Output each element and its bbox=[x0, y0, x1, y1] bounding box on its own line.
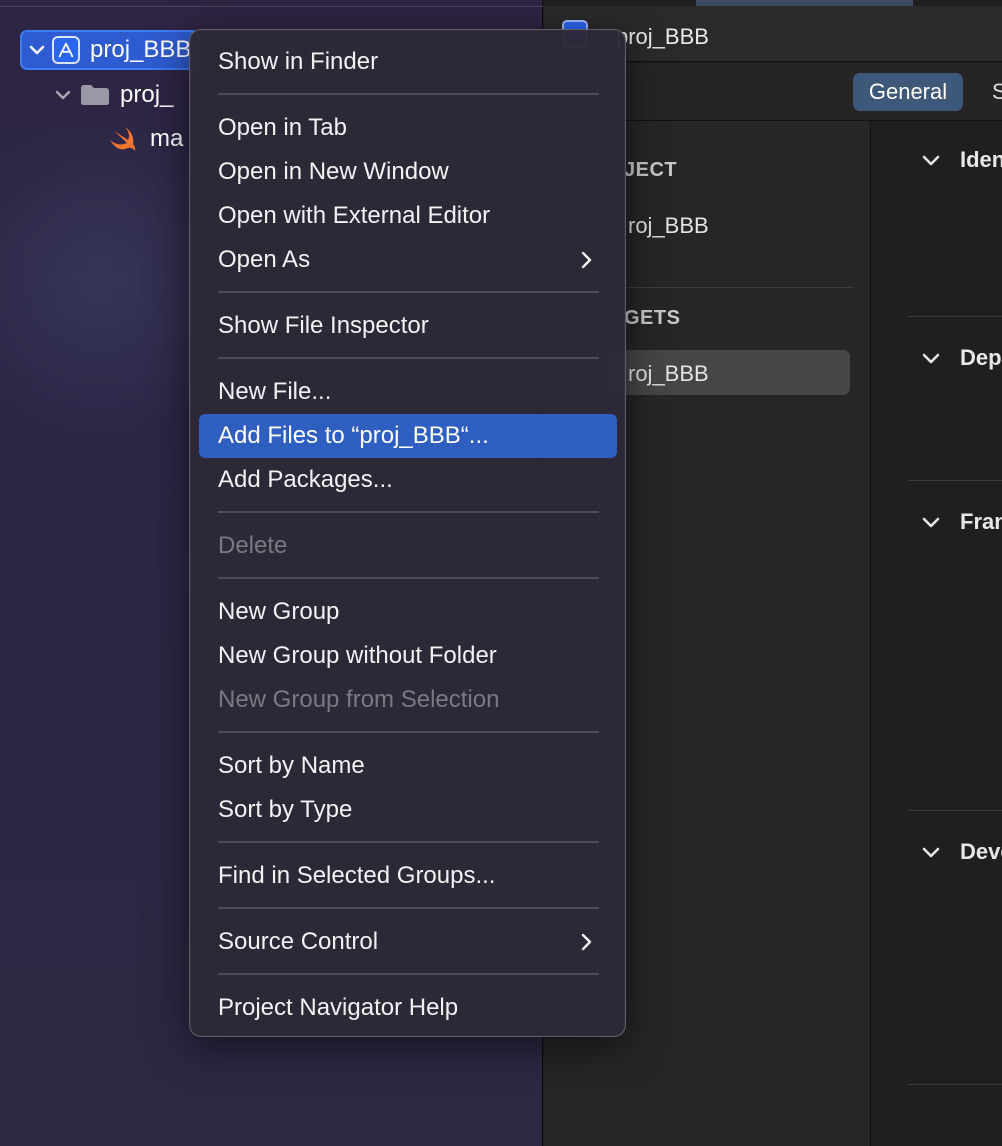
menu-item-label: Open As bbox=[218, 246, 311, 273]
menu-item-show-file-inspector[interactable]: Show File Inspector bbox=[199, 304, 617, 348]
chevron-down-icon[interactable] bbox=[920, 149, 942, 171]
section-divider bbox=[908, 810, 1002, 811]
navigator-row-folder[interactable]: proj_ bbox=[52, 75, 202, 115]
section-development[interactable]: Deve bbox=[920, 839, 1002, 865]
outline-section-project: JECT bbox=[624, 159, 678, 181]
breadcrumb-project[interactable]: proj_BBB bbox=[616, 24, 709, 50]
swift-file-icon bbox=[108, 125, 138, 153]
section-title: Iden bbox=[960, 147, 1002, 172]
chevron-down-icon[interactable] bbox=[52, 84, 74, 106]
menu-separator bbox=[218, 511, 599, 513]
section-title: Deve bbox=[960, 839, 1002, 864]
section-divider bbox=[908, 316, 1002, 317]
folder-icon bbox=[80, 84, 110, 106]
section-title: Dep bbox=[960, 345, 1002, 370]
chevron-right-icon bbox=[581, 933, 592, 951]
chevron-down-icon[interactable] bbox=[920, 511, 942, 533]
menu-item-open-with-external-editor[interactable]: Open with External Editor bbox=[199, 194, 617, 238]
menu-item-new-file[interactable]: New File... bbox=[199, 370, 617, 414]
section-identity[interactable]: Iden bbox=[920, 147, 1002, 173]
chevron-down-icon[interactable] bbox=[26, 39, 48, 61]
menu-separator bbox=[218, 907, 599, 909]
menu-item-add-files[interactable]: Add Files to “proj_BBB“... bbox=[199, 414, 617, 458]
menu-separator bbox=[218, 577, 599, 579]
menu-item-label: Source Control bbox=[218, 928, 379, 955]
app-project-icon bbox=[52, 36, 80, 64]
menu-item-delete: Delete bbox=[218, 532, 288, 559]
menu-item-open-in-new-window[interactable]: Open in New Window bbox=[199, 150, 617, 194]
menu-item-open-as[interactable]: Open As bbox=[199, 238, 617, 282]
navigator-row-project[interactable]: proj_BBB bbox=[20, 30, 200, 70]
section-divider bbox=[908, 1084, 1002, 1085]
section-title: Fran bbox=[960, 509, 1002, 534]
menu-separator bbox=[218, 973, 599, 975]
menu-separator bbox=[218, 731, 599, 733]
navigator-row-file[interactable]: ma bbox=[108, 119, 198, 159]
navigator-divider bbox=[0, 6, 543, 7]
tab-signing[interactable]: S bbox=[992, 79, 1002, 105]
outline-item-project[interactable]: roj_BBB bbox=[628, 213, 709, 239]
chevron-down-icon[interactable] bbox=[920, 841, 942, 863]
menu-separator bbox=[218, 841, 599, 843]
menu-item-source-control[interactable]: Source Control bbox=[199, 920, 617, 964]
menu-item-sort-by-name[interactable]: Sort by Name bbox=[199, 744, 617, 788]
folder-name: proj_ bbox=[120, 81, 174, 108]
chevron-right-icon bbox=[581, 251, 592, 269]
outline-section-targets: GETS bbox=[624, 307, 681, 329]
section-divider bbox=[908, 480, 1002, 481]
file-name: ma bbox=[150, 125, 184, 152]
general-settings: Iden Dep Fran Deve bbox=[872, 121, 1002, 1146]
menu-separator bbox=[218, 357, 599, 359]
menu-item-find-in-selected-groups[interactable]: Find in Selected Groups... bbox=[199, 854, 617, 898]
project-name: proj_BBB bbox=[90, 36, 192, 63]
menu-separator bbox=[218, 291, 599, 293]
outline-item-target[interactable]: roj_BBB bbox=[628, 361, 709, 387]
menu-item-new-group[interactable]: New Group bbox=[199, 590, 617, 634]
menu-item-open-in-tab[interactable]: Open in Tab bbox=[199, 106, 617, 150]
menu-item-project-navigator-help[interactable]: Project Navigator Help bbox=[199, 986, 617, 1030]
context-menu: Show in Finder Open in Tab Open in New W… bbox=[189, 29, 626, 1037]
menu-separator bbox=[218, 93, 599, 95]
menu-item-sort-by-type[interactable]: Sort by Type bbox=[199, 788, 617, 832]
tab-general[interactable]: General bbox=[853, 73, 963, 111]
xcode-window: proj_BBB proj_ ma proj_BBB General S JEC… bbox=[0, 0, 1002, 1146]
section-frameworks[interactable]: Fran bbox=[920, 509, 1002, 535]
outline-divider bbox=[609, 287, 854, 288]
menu-item-new-group-from-selection: New Group from Selection bbox=[218, 686, 500, 713]
menu-item-show-in-finder[interactable]: Show in Finder bbox=[199, 40, 617, 84]
menu-item-new-group-without-folder[interactable]: New Group without Folder bbox=[199, 634, 617, 678]
chevron-down-icon[interactable] bbox=[920, 347, 942, 369]
menu-item-add-packages[interactable]: Add Packages... bbox=[199, 458, 617, 502]
section-deployment[interactable]: Dep bbox=[920, 345, 1002, 371]
